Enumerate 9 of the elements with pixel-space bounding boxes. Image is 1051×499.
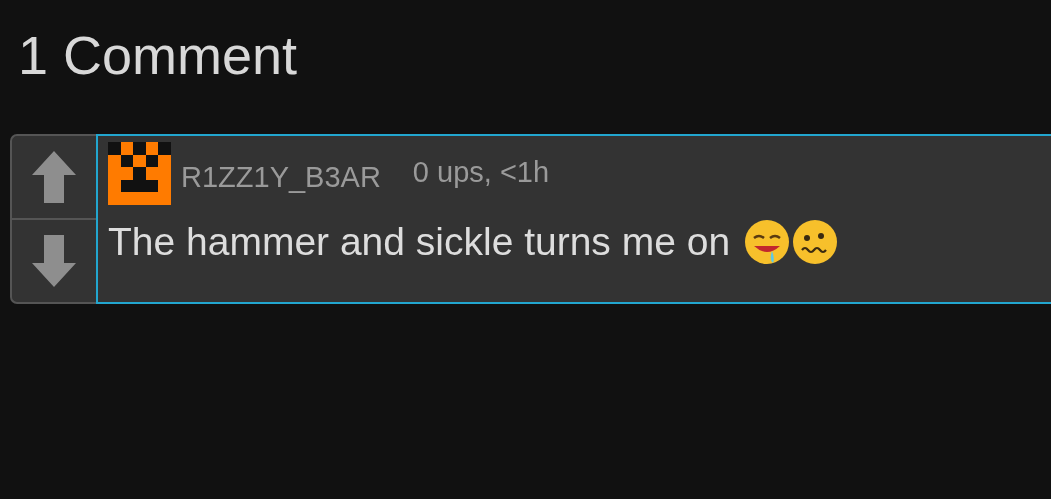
username: R1ZZ1Y_B3AR: [181, 161, 381, 194]
woozy-face-icon: [792, 219, 839, 265]
comment-count-heading: 1 Comment: [18, 24, 299, 87]
drooling-face-icon: [744, 219, 791, 265]
comment-text: The hammer and sickle turns me on: [108, 220, 731, 264]
comment-meta: 0 ups, <1h: [412, 156, 550, 189]
up-arrow-icon: [32, 151, 76, 203]
avatar-icon: [108, 142, 171, 205]
down-arrow-icon: [32, 235, 76, 287]
